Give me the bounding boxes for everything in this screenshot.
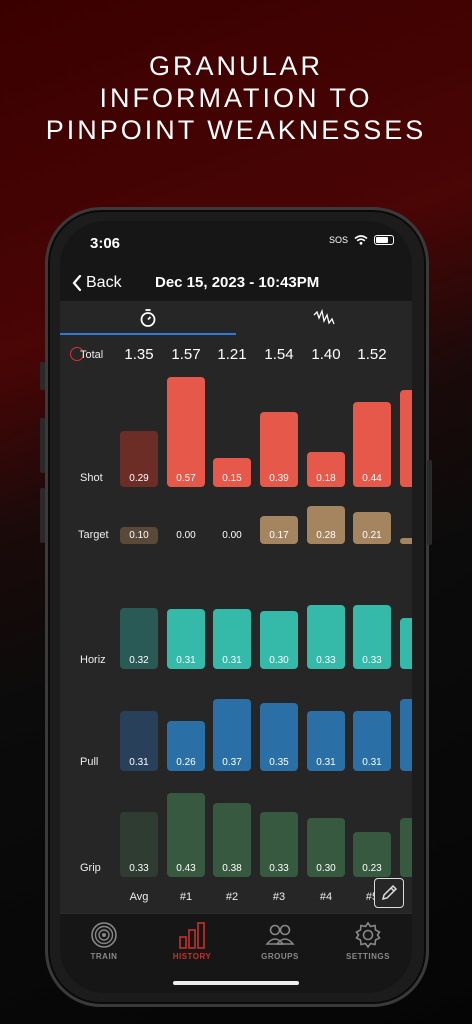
pull-bar-value: 0.31 (362, 757, 382, 768)
tab-groups[interactable]: GROUPS (236, 920, 324, 961)
target-bar-value: 0.10 (129, 530, 149, 541)
target-bar-value: 0.21 (362, 530, 382, 541)
view-tabs (60, 301, 412, 335)
row-label-target: Target (78, 529, 109, 541)
horiz-bar-value: 0.33 (316, 655, 336, 666)
back-label: Back (86, 274, 122, 291)
total-value: 1.57 (171, 346, 201, 363)
total-value: 1.54 (264, 346, 294, 363)
pull-bar (400, 699, 412, 771)
mute-switch (40, 362, 45, 390)
tab-history-label: HISTORY (172, 952, 212, 961)
shot-bar-value: 0.44 (362, 473, 382, 484)
volume-up-button (40, 418, 45, 473)
row-label-pull: Pull (80, 756, 99, 768)
tab-active-indicator (60, 333, 236, 335)
battery-icon (374, 235, 394, 245)
horiz-bar-value: 0.31 (222, 655, 242, 666)
gear-icon (355, 921, 381, 949)
tab-train-label: TRAIN (90, 952, 118, 961)
shot-bar-value: 0.18 (316, 473, 336, 484)
grip-bar-value: 0.33 (129, 863, 149, 874)
headline-line-1: GRANULAR (148, 51, 324, 81)
grip-bar-value: 0.23 (362, 863, 382, 874)
edit-button[interactable] (374, 878, 404, 908)
bar-chart-icon (179, 922, 205, 949)
pull-bar-value: 0.35 (269, 757, 289, 768)
horiz-bar-value: 0.32 (129, 655, 149, 666)
pull-bar-value: 0.31 (129, 757, 149, 768)
status-time: 3:06 (90, 235, 121, 252)
tab-timing[interactable] (60, 301, 236, 335)
grip-bar-value: 0.43 (176, 863, 196, 874)
shot-bar-value: 0.29 (129, 473, 149, 484)
tab-groups-label: GROUPS (261, 952, 299, 961)
row-label-total: Total (80, 349, 104, 361)
horiz-bar-value: 0.33 (362, 655, 382, 666)
target-bar (400, 538, 412, 544)
volume-down-button (40, 488, 45, 543)
target-icon (91, 922, 117, 948)
column-label: #3 (272, 891, 286, 903)
bottom-tab-bar: TRAIN HISTORY GROUPS SETTINGS (60, 913, 412, 993)
total-value: 1.52 (357, 346, 387, 363)
people-icon (265, 924, 295, 945)
shot-bar (400, 390, 412, 487)
row-label-shot: Shot (80, 472, 103, 484)
shot-bar-value: 0.57 (176, 473, 196, 484)
column-label: #1 (179, 891, 193, 903)
pull-bar-value: 0.31 (316, 757, 336, 768)
column-label: #4 (319, 891, 333, 903)
tab-settings-label: SETTINGS (345, 952, 390, 961)
pencil-icon (381, 884, 398, 901)
grip-bar (400, 818, 412, 877)
shot-bar (167, 377, 205, 487)
target-bar-value: 0.17 (269, 530, 289, 541)
headline: GRANULAR INFORMATION TO PINPOINT WEAKNES… (0, 50, 472, 146)
power-button (427, 460, 432, 545)
grip-bar-value: 0.33 (269, 863, 289, 874)
tab-history[interactable]: HISTORY (148, 920, 236, 961)
wifi-icon (354, 235, 368, 245)
stopwatch-icon (140, 309, 156, 327)
total-value: 1.21 (217, 346, 247, 363)
page-title: Dec 15, 2023 - 10:43PM (155, 274, 320, 291)
row-label-horiz: Horiz (80, 654, 106, 666)
pull-bar-value: 0.37 (222, 757, 242, 768)
tab-trace[interactable] (236, 301, 412, 335)
column-label: Avg (129, 891, 149, 903)
horiz-bar-value: 0.30 (269, 655, 289, 666)
shot-bar-value: 0.15 (222, 473, 242, 484)
grip-bar-value: 0.30 (316, 863, 336, 874)
tab-settings[interactable]: SETTINGS (324, 920, 412, 961)
total-value: 1.35 (124, 346, 154, 363)
horiz-bar (400, 617, 412, 669)
target-bar-value: 0.00 (176, 530, 196, 541)
target-bar-value: 0.28 (316, 530, 336, 541)
status-icons: SOS (329, 235, 394, 245)
target-bar-value: 0.00 (222, 530, 242, 541)
home-indicator[interactable] (173, 981, 299, 985)
headline-line-2: INFORMATION TO (99, 83, 373, 113)
pull-bar-value: 0.26 (176, 757, 196, 768)
trace-icon (313, 309, 335, 325)
tab-train[interactable]: TRAIN (60, 920, 148, 961)
status-bar: 3:06 SOS (60, 221, 412, 271)
headline-line-3: PINPOINT WEAKNESSES (45, 115, 427, 145)
sos-label: SOS (328, 235, 348, 245)
total-value: 1.40 (311, 346, 341, 363)
shot-bar-value: 0.39 (269, 473, 289, 484)
app-screen: 3:06 SOS Back Dec 15, 2023 - 10:43PM Tot… (60, 221, 412, 993)
nav-bar: Back Dec 15, 2023 - 10:43PM (60, 271, 412, 301)
horiz-bar-value: 0.31 (176, 655, 196, 666)
column-label: #2 (225, 891, 239, 903)
back-button[interactable]: Back (72, 274, 122, 292)
row-label-grip: Grip (80, 862, 101, 874)
chevron-left-icon (72, 275, 82, 291)
grip-bar-value: 0.38 (222, 863, 242, 874)
